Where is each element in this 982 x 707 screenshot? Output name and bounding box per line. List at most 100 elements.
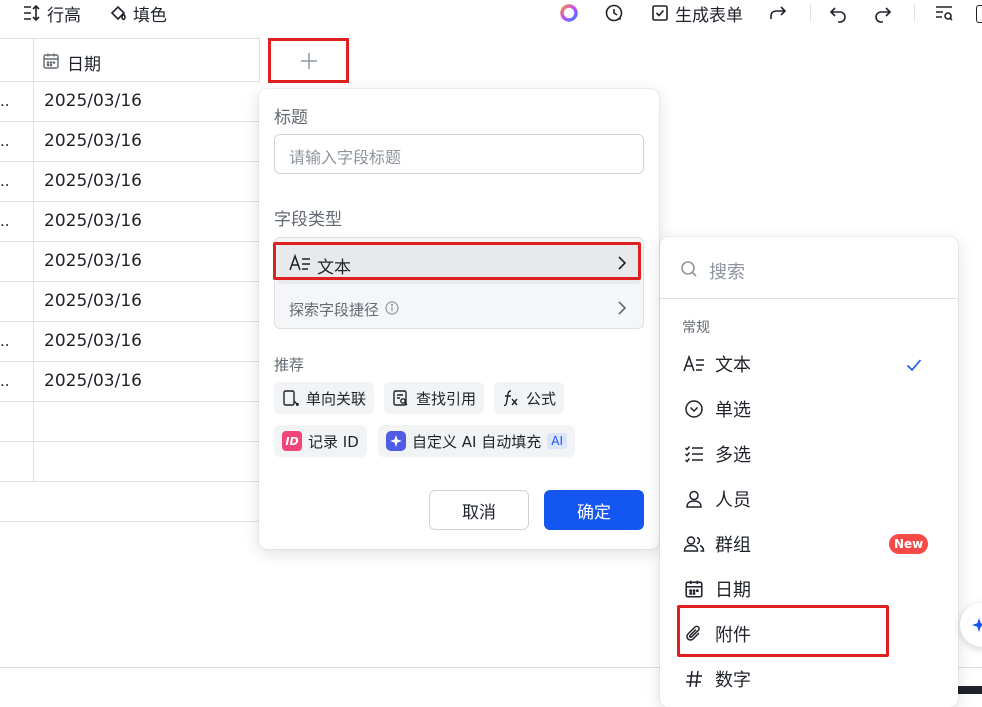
lookup-icon — [393, 390, 408, 406]
form-icon — [650, 3, 670, 23]
column-divider — [259, 38, 260, 82]
chip-record-id[interactable]: ID 记录 ID — [274, 425, 367, 457]
share-icon[interactable] — [768, 3, 788, 23]
generate-form-label: 生成表单 — [675, 5, 743, 26]
menu-item-single-select[interactable]: 单选 — [660, 387, 958, 431]
date-cell[interactable]: 2025/03/16 — [44, 371, 142, 391]
search-list-icon[interactable] — [934, 3, 954, 23]
chip-label: 单向关联 — [306, 389, 367, 408]
menu-search[interactable]: 搜索 — [660, 237, 958, 299]
explore-shortcut-row[interactable]: 探索字段捷径 — [277, 288, 641, 328]
table-row[interactable]: 2025/03/16 — [0, 242, 260, 282]
menu-section-title: 常规 — [682, 320, 710, 336]
chevron-right-icon — [617, 300, 627, 320]
single-select-icon — [682, 397, 706, 421]
date-cell[interactable]: 2025/03/16 — [44, 211, 142, 231]
info-icon[interactable] — [385, 300, 399, 319]
undo-icon[interactable] — [828, 3, 848, 23]
date-cell[interactable]: 2025/03/16 — [44, 291, 142, 311]
table-row[interactable] — [0, 402, 260, 442]
multi-select-icon — [682, 442, 706, 466]
sparkle-icon — [972, 618, 982, 632]
number-icon — [682, 667, 706, 691]
text-type-icon — [682, 352, 706, 376]
menu-item-group[interactable]: 群组 New — [660, 522, 958, 566]
confirm-button[interactable]: 确定 — [544, 490, 644, 530]
add-column-button[interactable] — [268, 38, 349, 83]
date-cell[interactable]: 2025/03/16 — [44, 171, 142, 191]
menu-item-label: 数字 — [715, 670, 751, 691]
ai-badge: AI — [547, 433, 567, 449]
truncated-cell: .. — [0, 212, 10, 230]
menu-item-person[interactable]: 人员 — [660, 477, 958, 521]
chip-label: 查找引用 — [416, 389, 477, 408]
record-id-icon: ID — [282, 431, 302, 451]
truncated-cell: .. — [0, 132, 10, 150]
toolbar-divider — [914, 4, 915, 22]
paint-bucket-icon — [108, 3, 128, 23]
table-row[interactable]: .. 2025/03/16 — [0, 82, 260, 122]
date-column-header[interactable]: 日期 — [67, 50, 101, 75]
grid-footer — [0, 482, 262, 522]
chip-lookup[interactable]: 查找引用 — [384, 382, 485, 414]
field-type-label: 字段类型 — [274, 210, 342, 230]
row-height-label: 行高 — [47, 5, 81, 26]
table-row[interactable] — [0, 442, 260, 482]
menu-item-label: 单选 — [715, 400, 751, 421]
truncated-cell: .. — [0, 332, 10, 350]
formula-icon — [503, 390, 518, 407]
redo-icon[interactable] — [873, 3, 893, 23]
explore-shortcut-label: 探索字段捷径 — [289, 301, 380, 319]
menu-item-label: 人员 — [715, 490, 751, 511]
link-record-icon — [283, 390, 299, 406]
fill-color-button[interactable]: 填色 — [108, 1, 167, 26]
menu-item-label: 文本 — [715, 355, 751, 376]
generate-form-button[interactable]: 生成表单 — [650, 1, 743, 26]
check-icon — [906, 357, 922, 376]
chip-label: 公式 — [526, 389, 557, 408]
menu-item-multi-select[interactable]: 多选 — [660, 432, 958, 476]
table-row[interactable]: .. 2025/03/16 — [0, 122, 260, 162]
menu-item-label: 多选 — [715, 445, 751, 466]
new-badge: New — [889, 534, 929, 554]
menu-item-text[interactable]: 文本 — [660, 342, 958, 386]
date-cell[interactable]: 2025/03/16 — [44, 91, 142, 111]
truncated-cell: .. — [0, 92, 10, 110]
calendar-icon — [42, 52, 60, 74]
floating-ai-button[interactable] — [960, 603, 982, 647]
fill-color-label: 填色 — [133, 5, 167, 26]
toolbar: 行高 填色 生成表单 — [0, 0, 982, 28]
date-cell[interactable]: 2025/03/16 — [44, 251, 142, 271]
search-icon — [680, 260, 698, 282]
more-icon[interactable] — [976, 5, 982, 23]
attachment-highlight — [677, 605, 889, 657]
field-title-input[interactable]: 请输入字段标题 — [274, 134, 644, 174]
person-icon — [682, 487, 706, 511]
ai-assistant-icon[interactable] — [559, 3, 579, 23]
date-cell[interactable]: 2025/03/16 — [44, 131, 142, 151]
table-row[interactable]: .. 2025/03/16 — [0, 322, 260, 362]
chip-label: 记录 ID — [308, 432, 359, 451]
menu-search-input[interactable]: 搜索 — [709, 258, 745, 284]
title-label: 标题 — [274, 108, 308, 128]
toolbar-divider — [810, 4, 811, 22]
field-config-panel: 标题 请输入字段标题 字段类型 文本 探索字段捷径 推荐 单向关联 查找引用 公… — [259, 89, 659, 549]
field-type-highlight — [273, 242, 641, 280]
truncated-cell: .. — [0, 172, 10, 190]
date-cell[interactable]: 2025/03/16 — [44, 331, 142, 351]
plus-icon — [300, 52, 317, 69]
menu-item-label: 群组 — [715, 535, 751, 556]
grid-header: 日期 — [0, 38, 260, 82]
table-row[interactable]: .. 2025/03/16 — [0, 362, 260, 402]
row-height-icon — [22, 3, 42, 23]
table-row[interactable]: .. 2025/03/16 — [0, 162, 260, 202]
chip-formula[interactable]: 公式 — [494, 382, 565, 414]
cancel-button[interactable]: 取消 — [429, 490, 529, 530]
table-row[interactable]: .. 2025/03/16 — [0, 202, 260, 242]
automation-clock-icon[interactable] — [604, 3, 624, 23]
chip-custom-ai-autofill[interactable]: 自定义 AI 自动填充 AI — [378, 425, 575, 457]
row-height-button[interactable]: 行高 — [22, 1, 81, 26]
chip-one-way-link[interactable]: 单向关联 — [274, 382, 375, 414]
table-row[interactable]: 2025/03/16 — [0, 282, 260, 322]
menu-item-number[interactable]: 数字 — [660, 657, 958, 701]
